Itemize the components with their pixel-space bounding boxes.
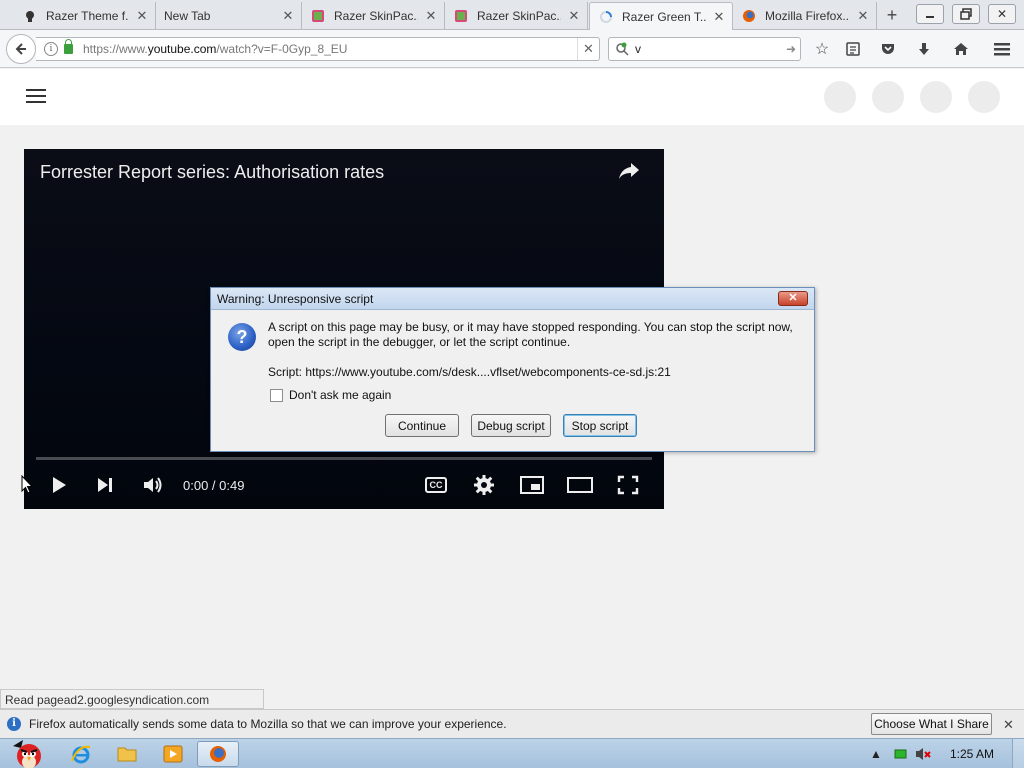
- screen: Razer Theme f... ✕ New Tab ✕ Razer SkinP…: [0, 0, 1024, 768]
- tab-razer-skinpack-2[interactable]: Razer SkinPac... ✕: [445, 2, 588, 29]
- url-path: /watch?v=F-0Gyp_8_EU: [216, 42, 348, 56]
- minimize-icon[interactable]: [916, 4, 944, 24]
- info-icon[interactable]: i: [44, 42, 58, 56]
- info-icon: i: [7, 717, 21, 731]
- file-explorer-folder-icon[interactable]: [106, 741, 148, 767]
- url-clear-icon[interactable]: ✕: [577, 38, 599, 60]
- url-domain: youtube.com: [147, 42, 217, 56]
- reading-list-icon[interactable]: [843, 39, 863, 59]
- volume-icon[interactable]: [140, 473, 166, 497]
- dialog-close-icon[interactable]: ✕: [778, 291, 808, 306]
- notification-text: Firefox automatically sends some data to…: [29, 717, 507, 731]
- tab-new-tab[interactable]: New Tab ✕: [156, 2, 302, 29]
- window-close-icon[interactable]: ✕: [988, 4, 1016, 24]
- razer-icon: [22, 8, 38, 24]
- tab-strip: Razer Theme f... ✕ New Tab ✕ Razer SkinP…: [0, 0, 1024, 30]
- choose-what-i-share-button[interactable]: Choose What I Share: [871, 713, 992, 735]
- stop-script-button[interactable]: Stop script: [563, 414, 637, 437]
- masthead-placeholder-icon: [824, 81, 856, 113]
- share-arrow-icon[interactable]: [618, 162, 640, 186]
- closed-captions-icon[interactable]: CC: [423, 473, 449, 497]
- youtube-masthead: [0, 69, 1024, 125]
- tab-label: Razer Theme f...: [46, 8, 129, 23]
- tab-label: Razer Green T...: [622, 9, 706, 24]
- media-player-icon[interactable]: [152, 741, 194, 767]
- dialog-titlebar[interactable]: Warning: Unresponsive script ✕: [211, 288, 814, 310]
- tab-label: Mozilla Firefox...: [765, 8, 850, 23]
- bookmark-star-icon[interactable]: ☆: [812, 39, 832, 59]
- volume-muted-icon[interactable]: [914, 746, 932, 765]
- skinpack-icon: [453, 8, 469, 24]
- fullscreen-icon[interactable]: [615, 473, 641, 497]
- show-desktop-button[interactable]: [1012, 739, 1024, 768]
- tab-razer-theme[interactable]: Razer Theme f... ✕: [14, 2, 156, 29]
- tab-close-icon[interactable]: ✕: [856, 8, 870, 24]
- menu-hamburger-icon[interactable]: [992, 39, 1012, 59]
- tab-label: New Tab: [164, 8, 211, 23]
- firefox-taskbar-icon[interactable]: [197, 741, 239, 767]
- video-title[interactable]: Forrester Report series: Authorisation r…: [40, 162, 384, 183]
- url-prefix: https://www.: [83, 42, 148, 56]
- loading-spinner-icon: [598, 9, 614, 25]
- home-icon[interactable]: [951, 39, 971, 59]
- tab-razer-green-theme[interactable]: Razer Green T... ✕: [589, 2, 733, 30]
- start-button-angry-bird-icon[interactable]: [2, 740, 50, 768]
- notification-close-icon[interactable]: ✕: [1003, 717, 1014, 733]
- settings-gear-icon[interactable]: [471, 473, 497, 497]
- firefox-icon: [741, 8, 757, 24]
- back-arrow-icon[interactable]: [6, 34, 36, 64]
- dialog-message: A script on this page may be busy, or it…: [268, 320, 793, 349]
- dialog-script-line: Script: https://www.youtube.com/s/desk..…: [268, 365, 671, 379]
- debug-script-button[interactable]: Debug script: [471, 414, 551, 437]
- dont-ask-checkbox[interactable]: [270, 389, 283, 402]
- url-text[interactable]: https://www.youtube.com/watch?v=F-0Gyp_8…: [83, 42, 577, 56]
- next-track-icon[interactable]: [92, 473, 118, 497]
- dialog-title: Warning: Unresponsive script: [217, 292, 374, 306]
- navigation-bar: i https://www.youtube.com/watch?v=F-0Gyp…: [0, 30, 1024, 68]
- pocket-icon[interactable]: [878, 39, 898, 59]
- masthead-placeholder-icon: [968, 81, 1000, 113]
- play-icon[interactable]: [46, 473, 72, 497]
- url-bar[interactable]: i https://www.youtube.com/watch?v=F-0Gyp…: [36, 37, 600, 61]
- skinpack-icon: [310, 8, 326, 24]
- tab-close-icon[interactable]: ✕: [712, 9, 726, 25]
- lock-icon[interactable]: [64, 39, 73, 54]
- tab-close-icon[interactable]: ✕: [281, 8, 295, 24]
- tab-close-icon[interactable]: ✕: [567, 8, 581, 24]
- video-time: 0:00 / 0:49: [183, 478, 245, 493]
- clock[interactable]: 1:25 AM: [950, 747, 994, 761]
- taskbar: ▲ 1:25 AM: [0, 738, 1024, 768]
- tab-mozilla-firefox[interactable]: Mozilla Firefox... ✕: [733, 2, 877, 29]
- search-text: v: [635, 42, 641, 56]
- continue-button[interactable]: Continue: [385, 414, 459, 437]
- tab-label: Razer SkinPac...: [334, 8, 418, 23]
- battery-icon[interactable]: [894, 748, 908, 763]
- video-progress-bar[interactable]: [36, 457, 652, 460]
- question-icon: ?: [228, 323, 256, 351]
- masthead-placeholder-icon: [920, 81, 952, 113]
- masthead-placeholder-icon: [872, 81, 904, 113]
- dont-ask-label[interactable]: Don't ask me again: [289, 388, 391, 402]
- show-hidden-icons-icon[interactable]: ▲: [870, 747, 882, 761]
- notification-bar: i Firefox automatically sends some data …: [0, 709, 1024, 738]
- internet-explorer-icon[interactable]: [60, 741, 102, 767]
- miniplayer-icon[interactable]: [519, 473, 545, 497]
- tab-close-icon[interactable]: ✕: [135, 8, 149, 24]
- guide-menu-icon[interactable]: [26, 89, 46, 103]
- tab-razer-skinpack-1[interactable]: Razer SkinPac... ✕: [302, 2, 445, 29]
- search-engine-icon[interactable]: [615, 42, 629, 56]
- search-go-arrow-icon[interactable]: ➜: [782, 42, 800, 56]
- new-tab-plus-icon[interactable]: +: [880, 4, 904, 26]
- theater-mode-icon[interactable]: [567, 473, 593, 497]
- tab-label: Razer SkinPac...: [477, 8, 561, 23]
- search-input[interactable]: v ➜: [608, 37, 801, 61]
- downloads-icon[interactable]: [914, 39, 934, 59]
- unresponsive-script-dialog: Warning: Unresponsive script ✕ ? A scrip…: [210, 287, 815, 452]
- status-text: Read pagead2.googlesyndication.com: [0, 689, 264, 709]
- tab-close-icon[interactable]: ✕: [424, 8, 438, 24]
- mouse-cursor-icon: [21, 474, 34, 495]
- restore-icon[interactable]: [952, 4, 980, 24]
